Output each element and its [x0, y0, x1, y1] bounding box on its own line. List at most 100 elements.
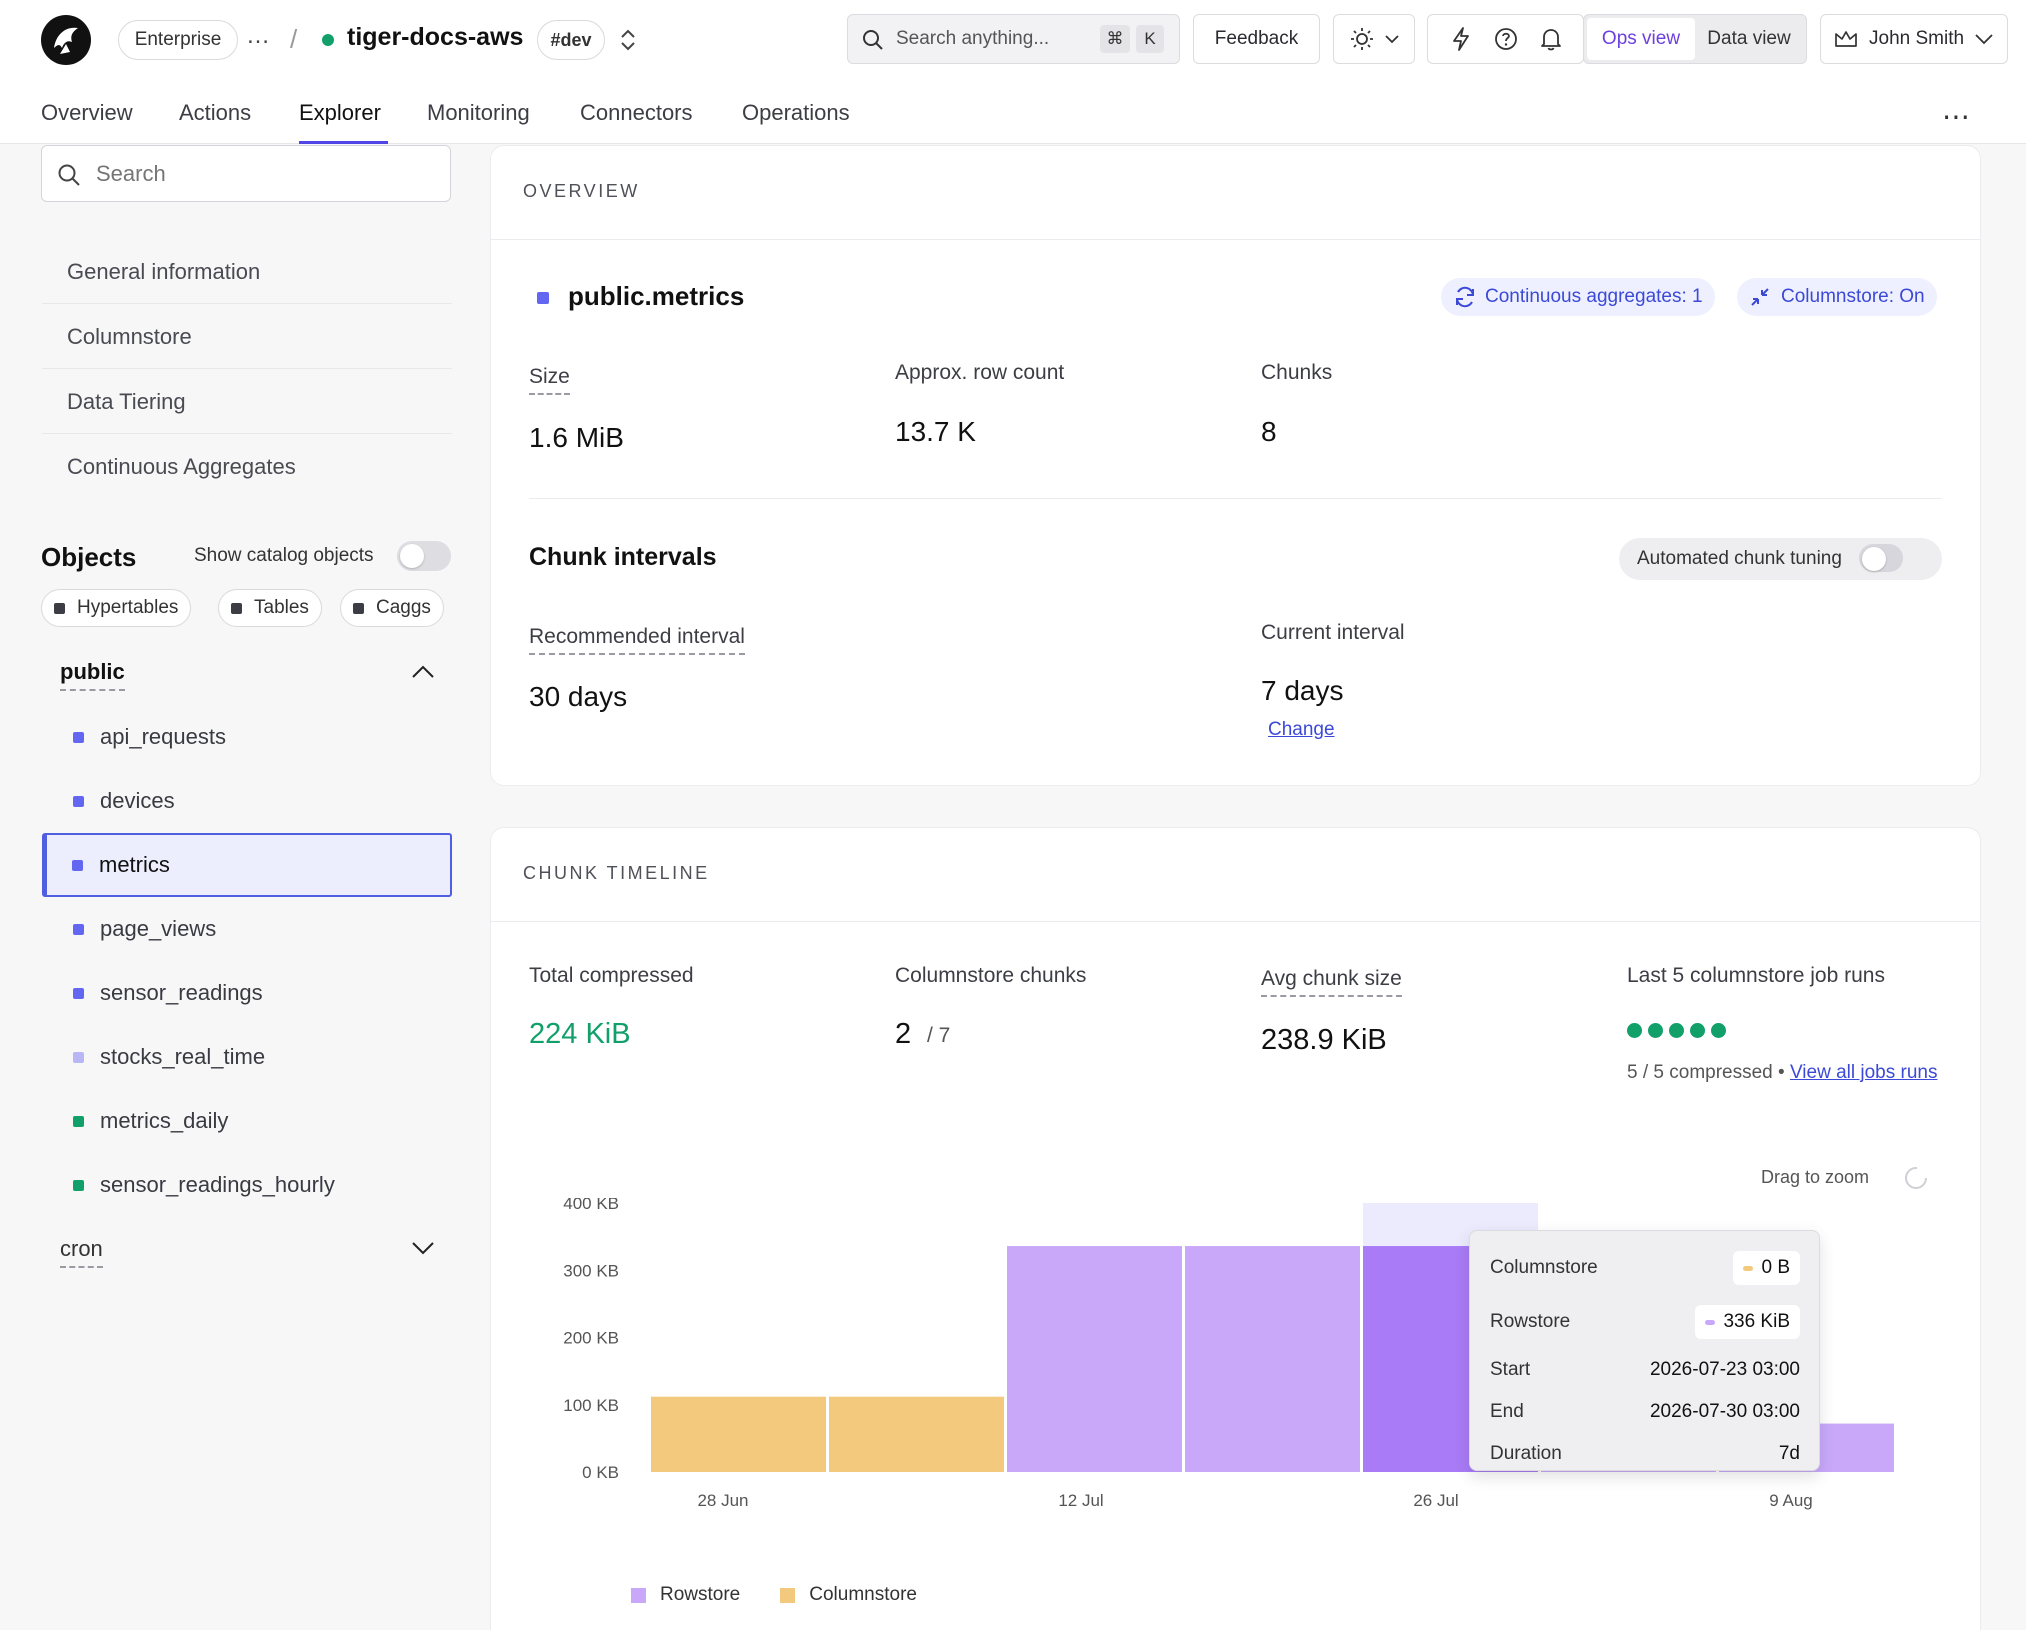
user-menu-button[interactable]: John Smith [1820, 14, 2008, 64]
tab-explorer[interactable]: Explorer [299, 100, 381, 126]
job-run-success-dot[interactable] [1690, 1023, 1705, 1038]
job-run-success-dot[interactable] [1627, 1023, 1642, 1038]
bar-columnstore-2[interactable] [829, 1396, 1004, 1472]
columnstore-badge[interactable]: Columnstore: On [1737, 278, 1937, 316]
object-item-label: devices [100, 788, 175, 813]
drag-to-zoom-label: Drag to zoom [1761, 1167, 1870, 1187]
sidebar-item-general-information[interactable]: General information [42, 240, 452, 304]
tab-connectors[interactable]: Connectors [580, 100, 693, 126]
sidebar-search-input[interactable] [96, 160, 426, 188]
sidebar-search[interactable] [41, 145, 451, 202]
chevron-down-icon[interactable] [410, 1238, 436, 1258]
job-run-success-dot[interactable] [1711, 1023, 1726, 1038]
global-search[interactable]: Search anything... ⌘ K [847, 14, 1180, 64]
theme-toggle-button[interactable] [1333, 14, 1415, 64]
plan-badge[interactable]: Enterprise [118, 20, 238, 60]
env-badge[interactable]: #dev [537, 20, 605, 60]
filter-label: Tables [254, 597, 309, 618]
job-runs-label: Last 5 columnstore job runs [1627, 964, 1885, 987]
object-item-page-views[interactable]: page_views [42, 897, 452, 961]
shortcut-mod-key: ⌘ [1100, 25, 1130, 53]
filter-tables[interactable]: Tables [218, 589, 322, 627]
refresh-icon [1456, 286, 1474, 308]
tooltip-start-label: Start [1490, 1359, 1531, 1380]
sidebar-item-columnstore[interactable]: Columnstore [42, 305, 452, 369]
bar-columnstore-1[interactable] [651, 1396, 826, 1472]
data-view-button[interactable]: Data view [1695, 18, 1803, 60]
object-item-sensor-readings[interactable]: sensor_readings [42, 961, 452, 1025]
sidebar-item-data-tiering[interactable]: Data Tiering [42, 370, 452, 434]
y-tick-label: 300 KB [563, 1261, 619, 1280]
object-item-api-requests[interactable]: api_requests [42, 705, 452, 769]
recommended-interval-value: 30 days [529, 681, 628, 712]
object-item-stocks-real-time[interactable]: stocks_real_time [42, 1025, 452, 1089]
object-item-devices[interactable]: devices [42, 769, 452, 833]
y-tick-label: 200 KB [563, 1329, 619, 1348]
breadcrumb-separator: / [290, 24, 298, 54]
current-interval-label: Current interval [1261, 621, 1405, 644]
auto-tuning-toggle[interactable] [1859, 544, 1903, 572]
filter-hypertables[interactable]: Hypertables [41, 589, 192, 627]
bar-rowstore-4[interactable] [1185, 1246, 1360, 1472]
continuous-aggregates-badge[interactable]: Continuous aggregates: 1 [1441, 278, 1715, 316]
tabs-more-icon[interactable]: ⋯ [1942, 100, 1971, 133]
bar-rowstore-3[interactable] [1007, 1246, 1182, 1472]
shortcut-k-key: K [1136, 25, 1164, 53]
feedback-button[interactable]: Feedback [1193, 14, 1320, 64]
logo-icon[interactable] [40, 14, 92, 66]
chevron-up-icon[interactable] [410, 662, 436, 682]
row-count-label: Approx. row count [895, 361, 1065, 384]
job-run-success-dot[interactable] [1648, 1023, 1663, 1038]
sidebar-item-continuous-aggregates[interactable]: Continuous Aggregates [42, 435, 452, 499]
legend-columnstore-label[interactable]: Columnstore [809, 1584, 917, 1606]
columnstore-chunks-total: / 7 [927, 1024, 951, 1047]
object-type-square-icon [73, 731, 84, 743]
search-icon [58, 164, 80, 186]
legend-rowstore-label[interactable]: Rowstore [660, 1584, 740, 1606]
y-tick-label: 400 KB [563, 1198, 619, 1213]
legend-columnstore-swatch [780, 1587, 796, 1603]
chunks-value: 8 [1261, 416, 1277, 447]
table-name: public.metrics [568, 281, 745, 311]
schema-public[interactable]: public [60, 659, 125, 691]
job-runs-dots [1627, 1023, 1726, 1038]
bell-icon[interactable] [1539, 26, 1563, 52]
filter-caggs[interactable]: Caggs [340, 589, 444, 627]
tab-overview[interactable]: Overview [41, 100, 133, 126]
avg-chunk-size-value: 238.9 KiB [1261, 1024, 1387, 1056]
object-item-label: metrics [99, 852, 170, 877]
job-run-success-dot[interactable] [1669, 1023, 1684, 1038]
ops-view-button[interactable]: Ops view [1587, 18, 1695, 60]
tab-actions[interactable]: Actions [179, 100, 251, 126]
lightning-icon[interactable] [1449, 26, 1473, 52]
schema-cron[interactable]: cron [60, 1236, 103, 1268]
columnstore-chunks-value: 2 [895, 1018, 912, 1050]
object-item-sensor-readings-hourly[interactable]: sensor_readings_hourly [42, 1153, 452, 1217]
object-item-label: sensor_readings [100, 980, 263, 1005]
badge-label: Columnstore: On [1781, 286, 1925, 307]
object-item-metrics[interactable]: metrics [42, 833, 452, 897]
object-item-metrics-daily[interactable]: metrics_daily [42, 1089, 452, 1153]
recommended-interval-label: Recommended interval [529, 625, 745, 655]
help-icon[interactable] [1494, 27, 1518, 51]
y-tick-label: 100 KB [563, 1396, 619, 1415]
more-projects-button[interactable]: … [246, 22, 271, 50]
tab-operations[interactable]: Operations [742, 100, 850, 126]
row-count-value: 13.7 K [895, 416, 976, 447]
tab-monitoring[interactable]: Monitoring [427, 100, 530, 126]
reset-zoom-icon[interactable] [1903, 1165, 1929, 1191]
top-bar: Enterprise … / tiger-docs-aws #dev Searc… [0, 0, 2026, 80]
service-switcher-icon[interactable] [616, 26, 640, 54]
rowstore-swatch-icon [1705, 1319, 1716, 1325]
object-type-square-icon [73, 923, 84, 935]
object-type-square-icon [73, 795, 84, 807]
view-all-jobs-link[interactable]: View all jobs runs [1790, 1062, 1938, 1083]
object-item-label: sensor_readings_hourly [100, 1172, 335, 1197]
service-name[interactable]: tiger-docs-aws [347, 23, 523, 52]
show-catalog-toggle[interactable] [397, 541, 451, 571]
x-tick-label: 9 Aug [1769, 1491, 1813, 1510]
size-value: 1.6 MiB [529, 422, 624, 453]
badge-label: Continuous aggregates: 1 [1485, 286, 1703, 307]
divider [491, 921, 1980, 922]
change-interval-link[interactable]: Change [1268, 719, 1335, 741]
